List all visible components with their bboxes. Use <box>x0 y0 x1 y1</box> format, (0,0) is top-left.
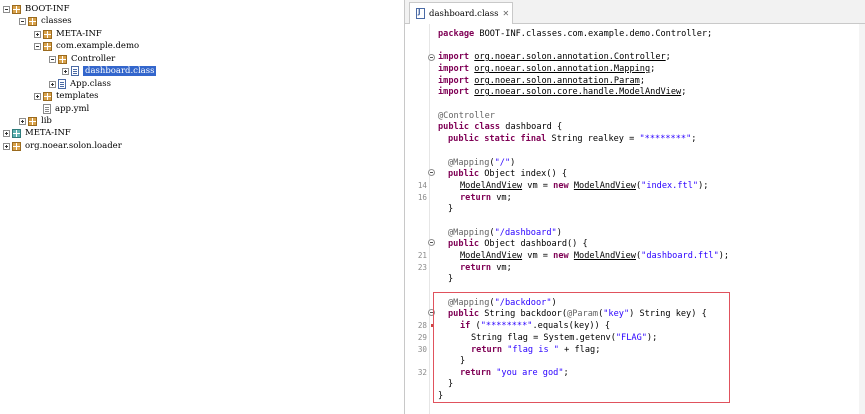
expand-toggle-icon[interactable] <box>62 67 69 75</box>
collapse-toggle-icon[interactable] <box>3 5 10 13</box>
code-line: return vm; <box>460 193 512 203</box>
line-number: 21 <box>417 251 427 260</box>
line-number: 30 <box>417 345 427 354</box>
tree-item-dashboard-class[interactable]: dashboard.class <box>62 65 157 77</box>
code-line: } <box>448 379 454 389</box>
code-line: ModelAndView vm = new ModelAndView("inde… <box>460 181 709 191</box>
package-icon <box>43 91 52 101</box>
tree-item-classes[interactable]: classes <box>19 15 72 27</box>
package-icon <box>12 4 21 14</box>
expand-toggle-icon[interactable] <box>19 117 26 125</box>
tree-item-app-class[interactable]: App.class <box>49 78 111 90</box>
tree-item-controller[interactable]: Controller <box>49 53 115 65</box>
code-line: return "you are god"; <box>460 368 569 378</box>
collapse-toggle-icon[interactable] <box>49 55 56 63</box>
package-icon <box>28 16 37 26</box>
tree-item-label: org.noear.solon.loader <box>25 141 122 151</box>
line-number: 28 <box>417 321 427 330</box>
package-icon <box>12 141 21 151</box>
tree-item-templates[interactable]: templates <box>34 90 99 102</box>
tree-item-label: templates <box>56 91 99 101</box>
line-number: 16 <box>417 193 427 202</box>
code-line: package BOOT-INF.classes.com.example.dem… <box>438 29 713 39</box>
tree-item-label: app.yml <box>55 104 90 114</box>
code-line: import org.noear.solon.annotation.Contro… <box>438 52 671 62</box>
code-line: } <box>438 391 444 401</box>
tree-item-com-example-demo[interactable]: com.example.demo <box>34 40 139 52</box>
code-line: public class dashboard { <box>438 122 563 132</box>
error-marker-icon <box>431 324 434 327</box>
tab-label: dashboard.class <box>429 8 499 19</box>
code-line: public String backdoor(@Param("key") Str… <box>448 309 707 319</box>
tree-item-app-yml[interactable]: app.yml <box>43 103 89 115</box>
java-class-icon <box>416 8 425 19</box>
code-line: ModelAndView vm = new ModelAndView("dash… <box>460 251 730 261</box>
code-line: public Object dashboard() { <box>448 239 588 249</box>
code-line: } <box>448 204 454 214</box>
code-line: import org.noear.solon.annotation.Mappin… <box>438 64 656 74</box>
code-line: String flag = System.getenv("FLAG"); <box>471 333 658 343</box>
line-number: 14 <box>417 181 427 190</box>
line-number: 32 <box>417 368 427 377</box>
package-icon <box>43 29 52 39</box>
expand-toggle-icon[interactable] <box>49 80 56 88</box>
code-line: public Object index() { <box>448 169 568 179</box>
class-file-icon <box>71 66 79 76</box>
tree-item-meta-inf-root[interactable]: META-INF <box>3 127 71 139</box>
print-margin-line <box>429 24 430 414</box>
code-line: import org.noear.solon.core.handle.Model… <box>438 87 687 97</box>
fold-toggle-icon[interactable] <box>428 169 435 176</box>
tree-item-label: dashboard.class <box>83 66 157 76</box>
tree-item-meta-inf[interactable]: META-INF <box>34 28 102 40</box>
collapse-toggle-icon[interactable] <box>34 42 41 50</box>
folder-icon <box>12 128 21 138</box>
package-icon <box>43 41 52 51</box>
expand-toggle-icon[interactable] <box>34 30 41 38</box>
tree-item-lib[interactable]: lib <box>19 115 52 127</box>
file-icon <box>43 104 51 114</box>
code-line: if ("********".equals(key)) { <box>460 321 611 331</box>
tree-item-label: META-INF <box>25 128 71 138</box>
tree-item-solon-loader[interactable]: org.noear.solon.loader <box>3 140 122 152</box>
tree-item-label: Controller <box>71 54 116 64</box>
vertical-scrollbar[interactable] <box>859 24 865 414</box>
close-icon[interactable]: ✕ <box>502 9 509 18</box>
package-icon <box>58 54 67 64</box>
collapse-toggle-icon[interactable] <box>19 17 26 25</box>
code-line: return vm; <box>460 263 512 273</box>
tree-item-label: META-INF <box>56 29 102 39</box>
fold-toggle-icon[interactable] <box>428 309 435 316</box>
tree-item-label: classes <box>41 16 72 26</box>
expand-toggle-icon[interactable] <box>34 92 41 100</box>
expand-toggle-icon[interactable] <box>3 142 10 150</box>
code-line: public static final String realkey = "**… <box>448 134 697 144</box>
tree-item-boot-inf[interactable]: BOOT-INF <box>3 3 69 15</box>
tree-item-label: App.class <box>70 79 111 89</box>
class-file-icon <box>58 79 66 89</box>
code-line: } <box>448 274 454 284</box>
code-line: return "flag is " + flag; <box>471 345 601 355</box>
fold-toggle-icon[interactable] <box>428 54 435 61</box>
package-explorer: BOOT-INF classes META-INF com.example.de… <box>0 0 405 414</box>
fold-toggle-icon[interactable] <box>428 239 435 246</box>
line-number: 29 <box>417 333 427 342</box>
tree-item-label: com.example.demo <box>56 41 140 51</box>
tree-item-label: lib <box>41 116 52 126</box>
tab-dashboard-class[interactable]: dashboard.class ✕ <box>409 2 513 24</box>
editor-tab-bar: dashboard.class ✕ <box>405 0 865 24</box>
package-icon <box>28 116 37 126</box>
code-line: } <box>460 356 466 366</box>
tree-item-label: BOOT-INF <box>25 4 70 14</box>
line-number: 23 <box>417 263 427 272</box>
expand-toggle-icon[interactable] <box>3 129 10 137</box>
